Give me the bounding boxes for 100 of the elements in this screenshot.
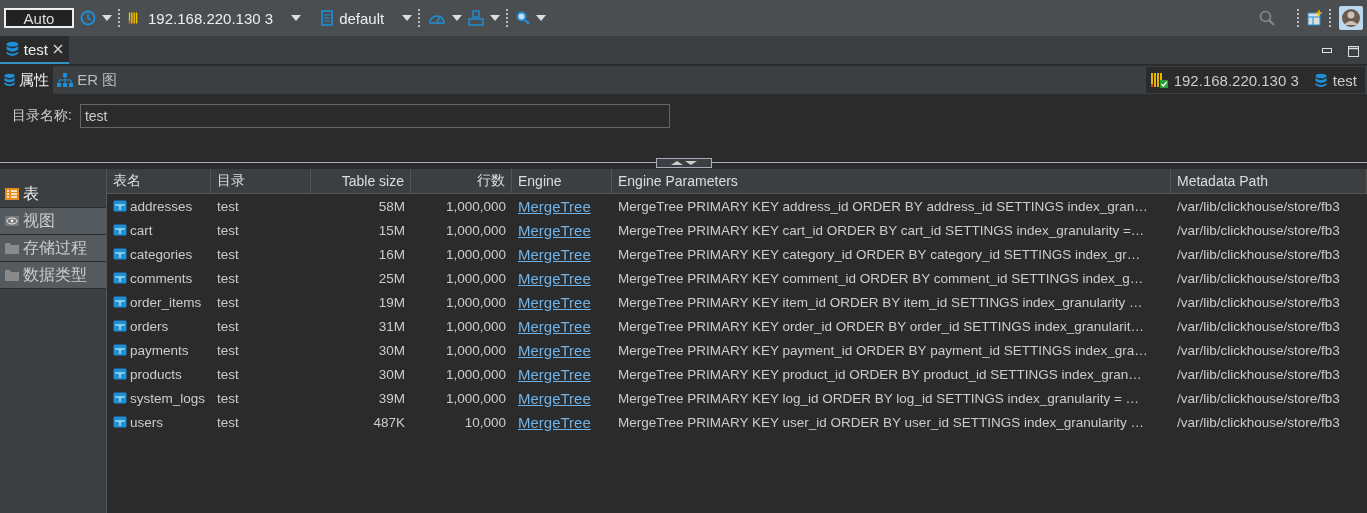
table-cell-text: /var/lib/clickhouse/store/fb3 <box>1176 222 1341 238</box>
editor-tab[interactable]: test <box>0 36 69 64</box>
transaction-mode-button[interactable]: Auto <box>4 8 74 28</box>
database-name[interactable]: test <box>1332 71 1357 89</box>
view-tab[interactable]: 属性 <box>0 66 54 94</box>
engine-link[interactable]: MergeTree <box>518 245 591 263</box>
hierarchy-icon <box>57 73 74 87</box>
input-field[interactable]: test <box>79 104 670 128</box>
connection-selector[interactable]: 192.168.220.130 3 <box>148 9 274 27</box>
table-cell-text: /var/lib/clickhouse/store/fb3 <box>1176 198 1341 214</box>
table-cell-text: test <box>216 270 240 286</box>
table-name[interactable]: orders <box>130 318 169 334</box>
caret-icon[interactable] <box>490 15 501 21</box>
table-cell-text: 39M <box>377 390 406 406</box>
table-icon <box>113 248 127 260</box>
column-header[interactable]: 表名 <box>107 169 211 193</box>
column-header[interactable]: 目录 <box>211 169 311 193</box>
table-icon <box>113 272 127 284</box>
splitter-handle[interactable] <box>656 158 712 168</box>
side-tab[interactable]: 视图 <box>0 208 106 235</box>
table-name[interactable]: categories <box>130 246 193 262</box>
table-cell-text: /var/lib/clickhouse/store/fb3 <box>1176 390 1341 406</box>
table-cell-text: MergeTree PRIMARY KEY order_id ORDER BY order_id SETTINGS index_granularit… <box>617 318 1145 334</box>
search-icon[interactable] <box>516 11 531 25</box>
column-header[interactable]: Metadata Path <box>1171 169 1367 193</box>
table-cell-text: /var/lib/clickhouse/store/fb3 <box>1176 366 1341 382</box>
table-cell-text: MergeTree PRIMARY KEY item_id ORDER BY item_id SETTINGS index_granularity … <box>617 294 1144 310</box>
table-cell-text: 10,000 <box>463 414 507 430</box>
table-icon <box>113 296 127 308</box>
database-icon <box>1314 72 1327 88</box>
engine-link[interactable]: MergeTree <box>518 341 591 359</box>
engine-link[interactable]: MergeTree <box>518 365 591 383</box>
table-cell-text: test <box>216 366 240 382</box>
table-cell-text: MergeTree PRIMARY KEY log_id ORDER BY log_id SETTINGS index_granularity = … <box>617 390 1141 406</box>
eye-icon <box>5 216 19 226</box>
connection-name[interactable]: 192.168.220.130 3 <box>1173 71 1299 89</box>
engine-link[interactable]: MergeTree <box>518 389 591 407</box>
table-name[interactable]: addresses <box>130 198 193 214</box>
column-header[interactable]: Engine <box>512 169 612 193</box>
table-cell-text: /var/lib/clickhouse/store/fb3 <box>1176 414 1341 430</box>
table-icon <box>5 188 19 200</box>
engine-link[interactable]: MergeTree <box>518 293 591 311</box>
table-cell-text: MergeTree PRIMARY KEY address_id ORDER BY address_id SETTINGS index_gran… <box>617 198 1149 214</box>
minimize-icon[interactable] <box>1322 48 1332 54</box>
table-cell-text: MergeTree PRIMARY KEY comment_id ORDER BY comment_id SETTINGS index_g… <box>617 270 1145 286</box>
table-cell-text: test <box>216 414 240 430</box>
table-cell-text: /var/lib/clickhouse/store/fb3 <box>1176 270 1341 286</box>
caret-icon[interactable] <box>291 15 302 21</box>
database-icon <box>6 41 19 57</box>
maximize-icon[interactable] <box>1348 45 1359 57</box>
table-name[interactable]: system_logs <box>129 390 205 406</box>
table-name[interactable]: products <box>130 366 182 382</box>
table-name[interactable]: users <box>130 414 163 430</box>
table-cell-text: MergeTree PRIMARY KEY payment_id ORDER BY payment_id SETTINGS index_gra… <box>617 342 1149 358</box>
side-tab[interactable]: 数据类型 <box>0 262 106 289</box>
table-cell-text: 1,000,000 <box>444 270 507 286</box>
table-cell-text: 30M <box>377 342 406 358</box>
table-cell-text: 1,000,000 <box>444 222 507 238</box>
table-icon <box>113 416 127 428</box>
connection-icon <box>1149 72 1168 88</box>
table-name[interactable]: comments <box>130 270 193 286</box>
table-icon <box>113 200 127 212</box>
user-avatar-icon[interactable] <box>1339 6 1363 30</box>
close-icon[interactable] <box>53 44 63 54</box>
database-icon <box>4 73 16 87</box>
side-tab[interactable]: 存储过程 <box>0 235 106 262</box>
table-name[interactable]: payments <box>130 342 189 358</box>
table-cell-text: /var/lib/clickhouse/store/fb3 <box>1176 342 1341 358</box>
table-icon <box>113 320 127 332</box>
add-table-icon[interactable] <box>1307 10 1323 26</box>
column-header[interactable]: Engine Parameters <box>612 169 1171 193</box>
caret-icon[interactable] <box>402 15 413 21</box>
collapse-icon[interactable] <box>669 160 699 166</box>
engine-link[interactable]: MergeTree <box>518 413 591 431</box>
table-icon <box>113 368 127 380</box>
schema-selector[interactable]: default <box>339 9 385 27</box>
view-tab[interactable]: ER 图 <box>53 66 122 94</box>
engine-link[interactable]: MergeTree <box>518 197 591 215</box>
table-name[interactable]: order_items <box>130 294 202 310</box>
table-cell-text: 30M <box>377 366 406 382</box>
table-cell-text: 25M <box>377 270 406 286</box>
caret-icon[interactable] <box>102 15 112 21</box>
table-cell-text: test <box>216 342 240 358</box>
table-cell-text: test <box>216 294 240 310</box>
caret-icon[interactable] <box>452 15 463 21</box>
table-cell-text: test <box>216 222 240 238</box>
table-cell-text: 1,000,000 <box>444 318 507 334</box>
table-cell-text: /var/lib/clickhouse/store/fb3 <box>1176 294 1341 310</box>
column-header[interactable]: 行数 <box>411 169 512 193</box>
engine-link[interactable]: MergeTree <box>518 269 591 287</box>
engine-link[interactable]: MergeTree <box>518 221 591 239</box>
engine-link[interactable]: MergeTree <box>518 317 591 335</box>
table-icon <box>113 224 127 236</box>
table-cell-text: test <box>216 198 240 214</box>
table-cell-text: 487K <box>372 414 406 430</box>
table-name[interactable]: cart <box>130 222 153 238</box>
table-cell-text: 15M <box>377 222 406 238</box>
caret-icon[interactable] <box>536 15 547 21</box>
table-icon <box>113 344 127 356</box>
column-header[interactable]: Table size <box>311 169 411 193</box>
